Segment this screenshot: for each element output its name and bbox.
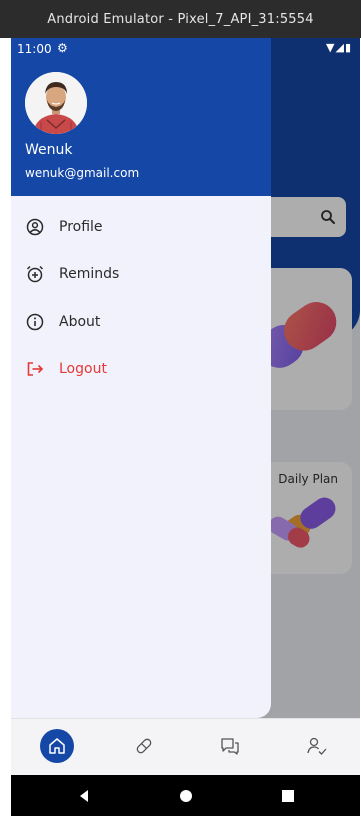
user-name: Wenuk [25, 142, 73, 158]
emulator-title-bar: Android Emulator - Pixel_7_API_31:5554 [0, 0, 361, 38]
avatar[interactable] [25, 72, 87, 134]
nav-home-button[interactable] [40, 729, 74, 763]
drawer-item-label: Profile [59, 219, 103, 235]
nav-medicine-button[interactable] [127, 729, 161, 763]
drawer-item-about[interactable]: About [11, 302, 271, 342]
profile-icon [25, 217, 45, 237]
status-bar: 11:00 ⚙ ▼◢▮ [11, 38, 360, 60]
drawer-item-profile[interactable]: Profile [11, 207, 271, 247]
home-circle-icon [180, 790, 192, 802]
battery-icon: ▮ [344, 41, 352, 54]
nav-profile-button[interactable] [300, 729, 334, 763]
device-screen: Daily Plan 11:00 ⚙ ▼◢▮ Wenuk wenuk@gmail… [11, 38, 360, 816]
drawer-item-label: Reminds [59, 266, 120, 282]
user-check-icon [307, 737, 327, 755]
drawer-header: Wenuk wenuk@gmail.com [11, 38, 271, 196]
home-icon [49, 738, 65, 754]
settings-icon: ⚙ [57, 41, 68, 55]
drawer-item-label: Logout [59, 361, 107, 377]
status-time: 11:00 [17, 42, 52, 56]
recents-button[interactable] [279, 787, 297, 805]
drawer-item-reminds[interactable]: Reminds [11, 254, 271, 294]
recents-icon [282, 790, 294, 802]
pill-icon [136, 738, 152, 754]
chat-icon [221, 738, 239, 755]
back-button[interactable] [75, 787, 93, 805]
alarm-add-icon [25, 264, 45, 284]
user-photo [25, 72, 87, 134]
signal-icon: ◢ [335, 41, 345, 54]
user-email: wenuk@gmail.com [25, 166, 140, 180]
home-button[interactable] [177, 787, 195, 805]
bottom-navigation [11, 718, 360, 775]
back-icon [80, 790, 88, 802]
window-title: Android Emulator - Pixel_7_API_31:5554 [47, 11, 314, 27]
logout-icon [25, 359, 45, 379]
drawer-item-logout[interactable]: Logout [11, 349, 271, 389]
system-navigation-bar [11, 775, 360, 816]
navigation-drawer: Wenuk wenuk@gmail.com Profile Reminds Ab… [11, 38, 271, 718]
info-icon [25, 312, 45, 332]
drawer-item-label: About [59, 314, 101, 330]
nav-chat-button[interactable] [213, 729, 247, 763]
